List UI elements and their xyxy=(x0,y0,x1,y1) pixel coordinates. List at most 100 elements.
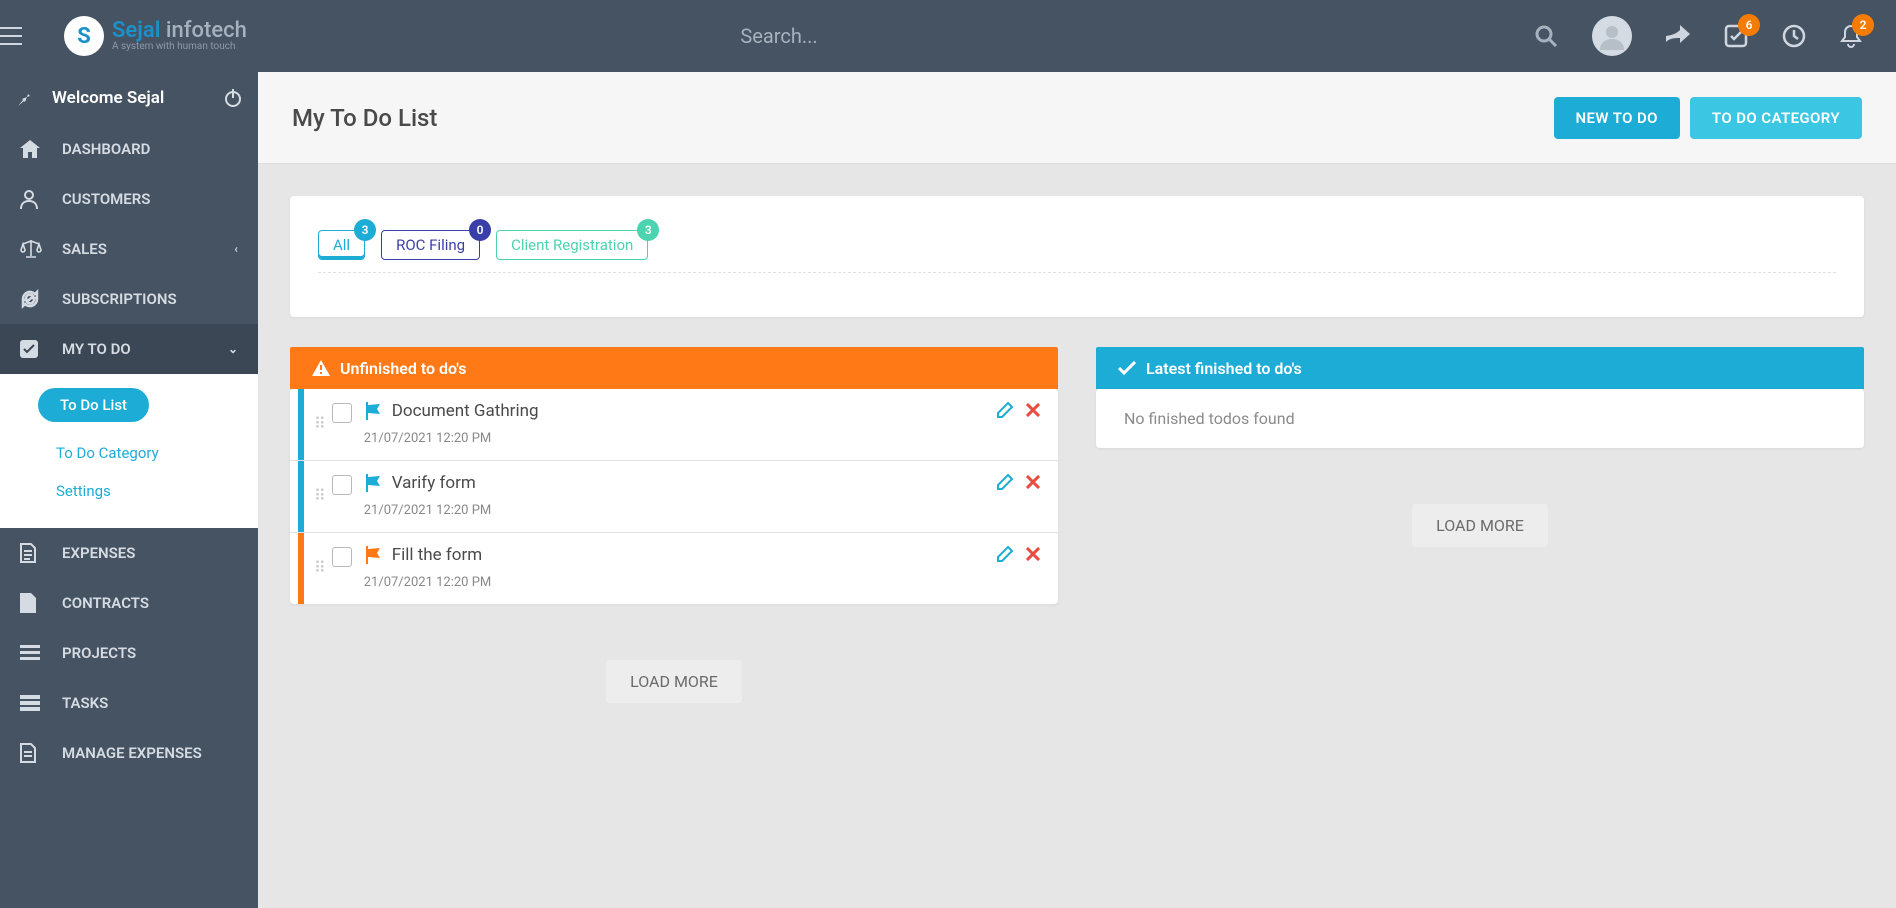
check-icon xyxy=(1118,361,1136,375)
header-actions: NEW TO DO TO DO CATEGORY xyxy=(1554,97,1863,139)
clock-icon[interactable] xyxy=(1782,24,1806,48)
sidebar-subnav: To Do List To Do Category Settings xyxy=(0,374,258,528)
sidebar-item-label: EXPENSES xyxy=(62,544,135,562)
sidebar-item-manage-expenses[interactable]: MANAGE EXPENSES xyxy=(0,728,258,778)
delete-icon[interactable] xyxy=(1026,475,1040,489)
todo-title: Document Gathring xyxy=(392,401,996,421)
sidebar-item-subscriptions[interactable]: SUBSCRIPTIONS xyxy=(0,274,258,324)
search-input[interactable] xyxy=(740,24,1040,48)
sidebar-item-label: SUBSCRIPTIONS xyxy=(62,290,177,308)
todo-title: Fill the form xyxy=(392,545,996,565)
filter-tab-client[interactable]: Client Registration 3 xyxy=(496,230,648,260)
welcome-text: Welcome Sejal xyxy=(52,88,164,108)
priority-stripe xyxy=(298,389,304,460)
finished-column: Latest finished to do's No finished todo… xyxy=(1096,347,1864,547)
sidebar: Welcome Sejal DASHBOARD CUSTOMERS SALES … xyxy=(0,72,258,908)
todo-checkbox[interactable] xyxy=(332,403,352,423)
delete-icon[interactable] xyxy=(1026,403,1040,417)
sidebar-item-expenses[interactable]: EXPENSES xyxy=(0,528,258,578)
topbar-actions: 6 2 xyxy=(1534,16,1896,56)
power-icon[interactable] xyxy=(224,89,242,107)
drag-handle-icon[interactable]: ⠿ xyxy=(314,414,324,433)
welcome-bar: Welcome Sejal xyxy=(0,72,258,124)
menu-toggle-icon[interactable] xyxy=(0,27,60,45)
checkbox-icon xyxy=(20,340,42,358)
avatar[interactable] xyxy=(1592,16,1632,56)
unfinished-header: Unfinished to do's xyxy=(290,347,1058,389)
todo-checkbox[interactable] xyxy=(332,547,352,567)
bell-badge: 2 xyxy=(1852,14,1874,36)
search-icon[interactable] xyxy=(1534,24,1558,48)
panel-title: Latest finished to do's xyxy=(1146,359,1302,378)
todo-item: ⠿ Varify form 21/07/2021 12:20 PM xyxy=(290,460,1058,532)
sidebar-item-customers[interactable]: CUSTOMERS xyxy=(0,174,258,224)
home-icon xyxy=(20,140,42,158)
todo-checkbox[interactable] xyxy=(332,475,352,495)
unfinished-column: Unfinished to do's ⠿ Document Gathring 21/… xyxy=(290,347,1058,703)
bell-icon[interactable]: 2 xyxy=(1840,24,1862,48)
page-title: My To Do List xyxy=(292,104,437,132)
todo-title: Varify form xyxy=(392,473,996,493)
brand-logo[interactable]: S Sejal infotech A system with human tou… xyxy=(64,16,247,56)
check-icon[interactable]: 6 xyxy=(1724,24,1748,48)
topbar: S Sejal infotech A system with human tou… xyxy=(0,0,1896,72)
delete-icon[interactable] xyxy=(1026,547,1040,561)
filter-tab-all[interactable]: All 3 xyxy=(318,230,365,260)
drag-handle-icon[interactable]: ⠿ xyxy=(314,558,324,577)
sidebar-item-label: SALES xyxy=(62,240,107,258)
subnav-todo-category[interactable]: To Do Category xyxy=(0,434,258,472)
scale-icon xyxy=(20,240,42,258)
sidebar-item-label: CONTRACTS xyxy=(62,594,149,612)
sidebar-item-projects[interactable]: PROJECTS xyxy=(0,628,258,678)
share-icon[interactable] xyxy=(1666,25,1690,47)
sidebar-item-mytodo[interactable]: MY TO DO ⌄ xyxy=(0,324,258,374)
filter-tab-count: 3 xyxy=(354,219,376,241)
filter-tabs: All 3 ROC Filing 0 Client Registration 3 xyxy=(318,230,1836,273)
brand-name-2: infotech xyxy=(166,18,247,43)
flag-icon xyxy=(364,474,382,492)
todo-category-button[interactable]: TO DO CATEGORY xyxy=(1690,97,1862,139)
finished-empty-message: No finished todos found xyxy=(1096,389,1864,448)
priority-stripe xyxy=(298,461,304,532)
list-icon xyxy=(20,645,42,661)
todo-item: ⠿Document Gathring21/07/2021 12:20 PM xyxy=(290,389,1058,460)
filter-tab-label: Client Registration xyxy=(511,236,633,254)
page-header: My To Do List NEW TO DO TO DO CATEGORY xyxy=(258,72,1896,164)
subnav-todo-list[interactable]: To Do List xyxy=(38,388,149,422)
filter-tab-count: 3 xyxy=(637,219,659,241)
todo-list: ⠿ Document Gathring 21/07/2021 12:20 PM ⠿ Va… xyxy=(290,389,1058,604)
priority-stripe xyxy=(298,533,304,604)
filter-tab-label: All xyxy=(333,236,350,254)
file-icon xyxy=(20,593,42,613)
sidebar-item-dashboard[interactable]: DASHBOARD xyxy=(0,124,258,174)
flag-icon xyxy=(364,402,382,420)
sidebar-item-label: DASHBOARD xyxy=(62,140,150,158)
filter-card: All 3 ROC Filing 0 Client Registration 3 xyxy=(290,196,1864,317)
todo-time: 21/07/2021 12:20 PM xyxy=(364,503,996,518)
loadmore-button[interactable]: LOAD MORE xyxy=(606,660,742,703)
finished-header: Latest finished to do's xyxy=(1096,347,1864,389)
tasks-icon xyxy=(20,695,42,711)
search-area xyxy=(247,24,1534,48)
sidebar-item-label: MY TO DO xyxy=(62,340,131,358)
sidebar-item-contracts[interactable]: CONTRACTS xyxy=(0,578,258,628)
new-todo-button[interactable]: NEW TO DO xyxy=(1554,97,1680,139)
drag-handle-icon[interactable]: ⠿ xyxy=(314,486,324,505)
sidebar-item-label: TASKS xyxy=(62,694,108,712)
loadmore-button[interactable]: LOAD MORE xyxy=(1412,504,1548,547)
document-icon xyxy=(20,543,42,563)
brand-tagline: A system with human touch xyxy=(112,42,247,52)
check-badge: 6 xyxy=(1738,14,1760,36)
filter-tab-roc[interactable]: ROC Filing 0 xyxy=(381,230,480,260)
refresh-icon xyxy=(20,289,42,309)
edit-icon[interactable] xyxy=(996,473,1014,491)
sidebar-item-sales[interactable]: SALES ‹ xyxy=(0,224,258,274)
pin-icon xyxy=(16,88,36,108)
sidebar-item-tasks[interactable]: TASKS xyxy=(0,678,258,728)
chevron-down-icon: ⌄ xyxy=(228,342,238,356)
edit-icon[interactable] xyxy=(996,401,1014,419)
sidebar-item-label: MANAGE EXPENSES xyxy=(62,744,202,762)
subnav-settings[interactable]: Settings xyxy=(0,472,258,510)
edit-icon[interactable] xyxy=(996,545,1014,563)
todo-time: 21/07/2021 12:20 PM xyxy=(364,575,996,590)
